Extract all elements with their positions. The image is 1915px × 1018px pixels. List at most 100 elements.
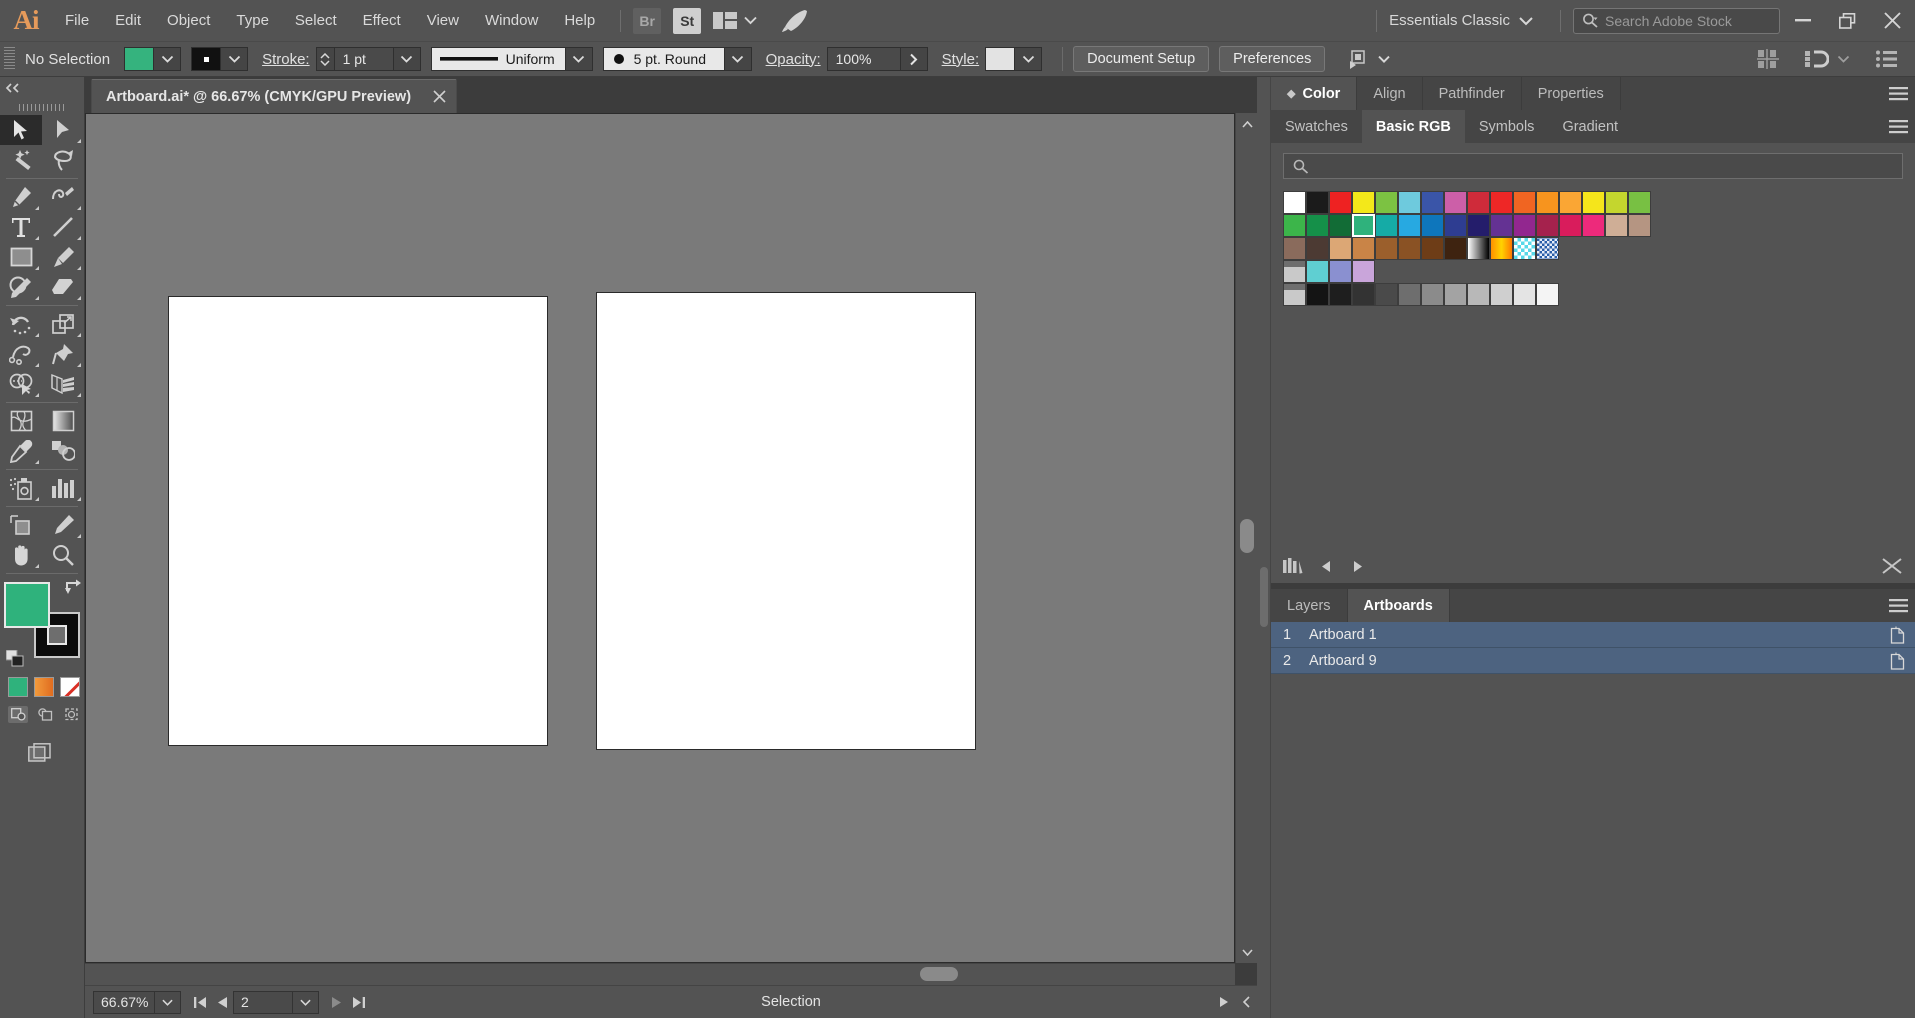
align-to-grid-icon[interactable] xyxy=(1757,49,1779,69)
brush-definition-select[interactable]: 5 pt. Round xyxy=(602,47,725,71)
magic-wand-tool[interactable] xyxy=(0,145,42,175)
horizontal-scroll-thumb[interactable] xyxy=(920,967,958,981)
document-setup-button[interactable]: Document Setup xyxy=(1073,46,1210,72)
color-swatch[interactable] xyxy=(1421,237,1444,260)
color-swatch[interactable] xyxy=(1283,214,1306,237)
color-swatch[interactable] xyxy=(1490,283,1513,306)
color-swatch[interactable] xyxy=(1467,191,1490,214)
color-swatch[interactable] xyxy=(1375,283,1398,306)
maximize-restore-button[interactable] xyxy=(1825,0,1870,41)
tab-align[interactable]: Align xyxy=(1357,77,1423,110)
fill-color-control[interactable] xyxy=(124,47,182,71)
vertical-scroll-thumb[interactable] xyxy=(1240,519,1254,553)
color-swatch[interactable] xyxy=(1490,191,1513,214)
artboard-2-canvas[interactable] xyxy=(596,292,976,750)
tab-symbols[interactable]: Symbols xyxy=(1464,110,1549,143)
change-screen-mode-button[interactable] xyxy=(28,743,84,765)
horizontal-scrollbar[interactable] xyxy=(85,963,1235,985)
blend-tool[interactable] xyxy=(42,436,84,466)
zoom-tool[interactable] xyxy=(42,540,84,570)
opacity-expand-button[interactable] xyxy=(900,47,928,71)
color-group-swatch[interactable] xyxy=(1283,283,1306,306)
tab-gradient[interactable]: Gradient xyxy=(1548,110,1633,143)
status-menu-button[interactable] xyxy=(1213,991,1235,1014)
gradient-swatch[interactable] xyxy=(1490,237,1513,260)
color-swatch[interactable] xyxy=(1513,214,1536,237)
menu-object[interactable]: Object xyxy=(154,0,223,41)
artboard-tool[interactable] xyxy=(0,510,42,540)
color-swatch[interactable] xyxy=(1559,214,1582,237)
control-bar-menu-icon[interactable] xyxy=(1876,50,1897,68)
color-swatch[interactable] xyxy=(1306,191,1329,214)
swatch-search-input[interactable] xyxy=(1283,153,1903,179)
artboard-options-icon[interactable] xyxy=(1879,652,1915,670)
artboard-list-item[interactable]: 2 Artboard 9 xyxy=(1271,648,1915,674)
mesh-tool[interactable] xyxy=(0,406,42,436)
color-swatch[interactable] xyxy=(1513,283,1536,306)
pattern-swatch[interactable] xyxy=(1536,237,1559,260)
color-swatch[interactable] xyxy=(1536,214,1559,237)
stroke-weight-control[interactable]: 1 pt xyxy=(315,47,421,71)
shape-builder-tool[interactable] xyxy=(0,369,42,399)
menu-window[interactable]: Window xyxy=(472,0,551,41)
color-swatch[interactable] xyxy=(1283,237,1306,260)
next-artboard-button[interactable] xyxy=(325,991,347,1014)
tab-pathfinder[interactable]: Pathfinder xyxy=(1422,77,1522,110)
panel-dock-rail[interactable] xyxy=(1257,77,1271,1018)
previous-artboard-button[interactable] xyxy=(211,991,233,1014)
bridge-button[interactable]: Br xyxy=(633,7,662,34)
color-swatch[interactable] xyxy=(1605,191,1628,214)
free-transform-tool[interactable] xyxy=(42,339,84,369)
artboard-name[interactable]: Artboard 9 xyxy=(1309,653,1879,669)
color-swatch[interactable] xyxy=(1444,237,1467,260)
fill-dropdown-button[interactable] xyxy=(154,47,182,71)
color-swatch[interactable] xyxy=(1582,214,1605,237)
scroll-down-button[interactable] xyxy=(1236,941,1258,963)
color-swatch[interactable] xyxy=(1421,283,1444,306)
rectangle-tool[interactable] xyxy=(0,242,42,272)
pattern-swatch[interactable] xyxy=(1513,237,1536,260)
color-swatch[interactable] xyxy=(1375,214,1398,237)
line-segment-tool[interactable] xyxy=(42,212,84,242)
last-artboard-button[interactable] xyxy=(347,991,369,1014)
style-label[interactable]: Style: xyxy=(942,51,980,68)
hand-tool[interactable] xyxy=(0,540,42,570)
color-swatch[interactable] xyxy=(1398,283,1421,306)
delete-swatch-button[interactable] xyxy=(1881,557,1903,575)
color-swatch[interactable] xyxy=(1490,214,1513,237)
selection-tool[interactable] xyxy=(0,115,42,145)
workspace-switcher-label[interactable]: Essentials Classic xyxy=(1389,12,1510,29)
arrange-documents-button[interactable] xyxy=(713,12,757,29)
color-swatch[interactable] xyxy=(1513,191,1536,214)
draw-inside-button[interactable] xyxy=(62,706,82,723)
next-swatch-library-button[interactable] xyxy=(1350,559,1365,574)
color-swatch[interactable] xyxy=(1352,237,1375,260)
panel-dock-grip[interactable] xyxy=(1260,567,1268,627)
color-swatch[interactable] xyxy=(1375,237,1398,260)
preferences-button[interactable]: Preferences xyxy=(1219,46,1326,72)
color-swatch[interactable] xyxy=(1306,260,1329,283)
curvature-tool[interactable] xyxy=(42,182,84,212)
tab-basic-rgb[interactable]: Basic RGB xyxy=(1361,110,1465,143)
draw-behind-button[interactable] xyxy=(35,706,55,723)
gradient-mode-button[interactable] xyxy=(34,677,54,697)
color-swatch[interactable] xyxy=(1628,214,1651,237)
stock-button[interactable]: St xyxy=(673,7,702,34)
stroke-weight-dropdown-button[interactable] xyxy=(393,47,421,71)
artboard-canvas[interactable] xyxy=(85,113,1235,963)
stroke-swatch[interactable] xyxy=(191,47,222,71)
document-tab[interactable]: Artboard.ai* @ 66.67% (CMYK/GPU Preview) xyxy=(91,79,458,113)
pen-tool[interactable] xyxy=(0,182,42,212)
search-adobe-stock-input[interactable]: Search Adobe Stock xyxy=(1573,7,1780,34)
stroke-weight-label[interactable]: Stroke: xyxy=(262,51,310,68)
color-swatch[interactable] xyxy=(1329,260,1352,283)
perspective-grid-tool[interactable] xyxy=(42,369,84,399)
artboard-name[interactable]: Artboard 1 xyxy=(1309,627,1879,643)
color-swatch[interactable] xyxy=(1444,283,1467,306)
color-swatch[interactable] xyxy=(1329,214,1352,237)
menu-select[interactable]: Select xyxy=(282,0,350,41)
color-swatch[interactable] xyxy=(1444,214,1467,237)
graphic-style-swatch[interactable] xyxy=(985,47,1016,71)
opacity-control[interactable]: 100% xyxy=(826,47,928,71)
shaper-tool[interactable] xyxy=(0,272,42,302)
